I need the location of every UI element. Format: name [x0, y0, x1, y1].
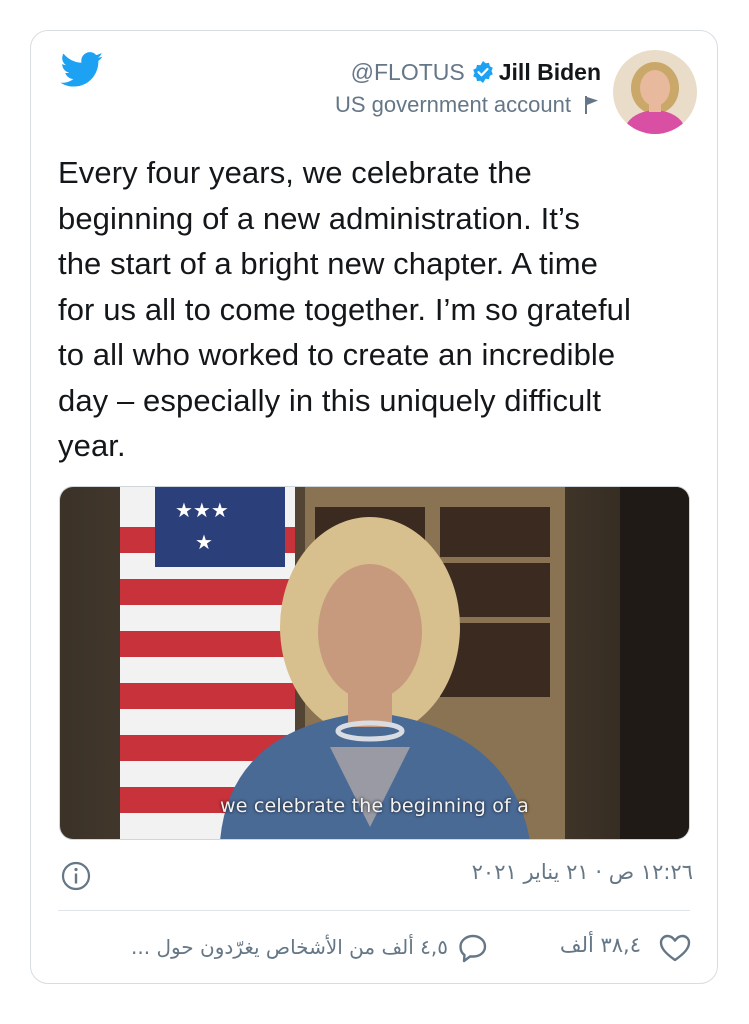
tweet-video[interactable]: ★★★ ★ we celebrate the beginning of a — [59, 486, 690, 840]
svg-text:★★★: ★★★ — [175, 498, 229, 522]
avatar[interactable] — [613, 50, 697, 134]
video-caption: we celebrate the beginning of a — [219, 795, 530, 817]
author-display-name[interactable]: Jill Biden — [499, 58, 601, 86]
reply-icon[interactable] — [458, 933, 488, 963]
like-count[interactable]: ٣٨,٤ ألف — [560, 933, 641, 957]
tweet-text: Every four years, we celebrate the begin… — [58, 155, 632, 463]
info-icon[interactable] — [60, 860, 92, 892]
author-handle[interactable]: @FLOTUS — [351, 58, 465, 86]
report-flag-icon[interactable] — [583, 95, 601, 115]
tweet-timestamp[interactable]: ١٢:٢٦ ص · ٢١ يناير ٢٠٢١ — [472, 860, 693, 884]
account-label: US government account — [334, 92, 571, 117]
verified-badge-icon — [472, 61, 493, 83]
svg-text:★: ★ — [195, 530, 213, 554]
author-info: @FLOTUS Jill Biden US government account — [335, 50, 601, 118]
like-heart-icon[interactable] — [659, 934, 691, 962]
video-frame: ★★★ ★ — [60, 487, 689, 839]
people-talking-link[interactable]: ٤,٥ ألف من الأشخاص يغرّدون حول ... — [60, 935, 448, 959]
tweet-header: @FLOTUS Jill Biden US government account — [335, 50, 697, 134]
twitter-bird-icon[interactable] — [60, 52, 104, 88]
divider — [58, 910, 690, 911]
